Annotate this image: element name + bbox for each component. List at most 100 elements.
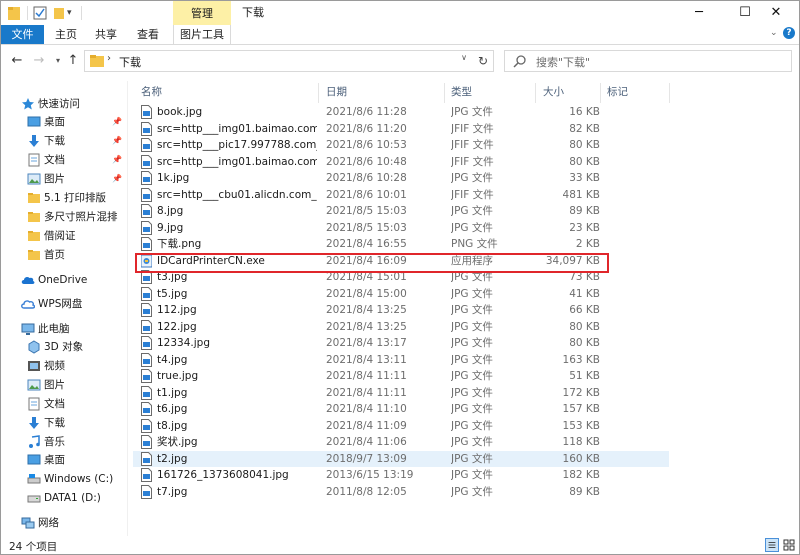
- file-row[interactable]: 1k.jpg 2021/8/6 10:28 JPG 文件 33 KB: [133, 170, 669, 187]
- tab-file[interactable]: 文件: [1, 25, 44, 44]
- file-row[interactable]: 112.jpg 2021/8/4 13:25 JPG 文件 66 KB: [133, 302, 669, 319]
- expand-ribbon-icon[interactable]: ⌄: [770, 28, 778, 38]
- file-name: 112.jpg: [157, 304, 197, 316]
- nav-pc-item-2[interactable]: 图片: [1, 376, 127, 394]
- minimize-button[interactable]: ─: [676, 1, 722, 25]
- tab-share[interactable]: 共享: [89, 25, 123, 44]
- nav-pc-item-8[interactable]: DATA1 (D:): [1, 489, 127, 507]
- new-folder-icon[interactable]: [53, 5, 65, 21]
- nav-quick-item-6[interactable]: 借阅证: [1, 227, 127, 245]
- address-bar[interactable]: › 下载: [84, 50, 494, 72]
- column-divider[interactable]: [318, 83, 319, 103]
- file-row[interactable]: book.jpg 2021/8/6 11:28 JPG 文件 16 KB: [133, 104, 669, 121]
- file-row[interactable]: t6.jpg 2021/8/4 11:10 JPG 文件 157 KB: [133, 401, 669, 418]
- column-header-type[interactable]: 类型: [451, 81, 472, 103]
- image-file-icon: [141, 336, 152, 350]
- file-row[interactable]: 9.jpg 2021/8/5 15:03 JPG 文件 23 KB: [133, 220, 669, 237]
- nav-quick-access[interactable]: 快速访问: [1, 95, 127, 113]
- nav-network[interactable]: 网络: [1, 514, 127, 532]
- nav-quick-item-3[interactable]: 图片 📌: [1, 170, 127, 188]
- file-row[interactable]: 161726_1373608041.jpg 2013/6/15 13:19 JPG …: [133, 467, 669, 484]
- file-name: 下载.png: [157, 238, 202, 250]
- context-tab-manage[interactable]: 管理: [173, 1, 231, 25]
- file-row[interactable]: t4.jpg 2021/8/4 13:11 JPG 文件 163 KB: [133, 352, 669, 369]
- tab-view[interactable]: 查看: [131, 25, 165, 44]
- recent-locations-icon[interactable]: ▾: [50, 53, 66, 69]
- file-row[interactable]: src=http___pic17.997788.com_pic... 2021/8…: [133, 137, 669, 154]
- file-type: JPG 文件: [451, 172, 493, 184]
- nav-quick-item-5[interactable]: 多尺寸照片混排: [1, 208, 127, 226]
- column-header-date[interactable]: 日期: [326, 81, 347, 103]
- file-row[interactable]: 下载.png 2021/8/4 16:55 PNG 文件 2 KB: [133, 236, 669, 253]
- file-row[interactable]: src=http___img01.baimao.com_M... 2021/8/6…: [133, 121, 669, 138]
- nav-quick-item-4[interactable]: 5.1 打印排版: [1, 189, 127, 207]
- nav-quick-item-2[interactable]: 文档 📌: [1, 151, 127, 169]
- file-row[interactable]: src=http___cbu01.alicdn.com_img... 2021/8…: [133, 187, 669, 204]
- nav-quick-item-7[interactable]: 首页: [1, 246, 127, 264]
- nav-pc-item-0[interactable]: 3D 对象: [1, 338, 127, 356]
- nav-this-pc[interactable]: 此电脑: [1, 320, 127, 338]
- file-type: JPG 文件: [451, 403, 493, 415]
- file-row[interactable]: 奖状.jpg 2021/8/4 11:06 JPG 文件 118 KB: [133, 434, 669, 451]
- file-row[interactable]: true.jpg 2021/8/4 11:11 JPG 文件 51 KB: [133, 368, 669, 385]
- up-button[interactable]: ↑: [65, 53, 81, 69]
- forward-button[interactable]: →: [31, 53, 47, 69]
- chevron-down-icon[interactable]: ∨: [455, 53, 473, 71]
- column-header-tags[interactable]: 标记: [607, 81, 628, 103]
- file-row[interactable]: t1.jpg 2021/8/4 11:11 JPG 文件 172 KB: [133, 385, 669, 402]
- pin-icon[interactable]: 📌: [112, 151, 122, 169]
- breadcrumb[interactable]: 下载: [119, 54, 141, 70]
- close-button[interactable]: ✕: [753, 1, 799, 25]
- column-divider[interactable]: [669, 83, 670, 103]
- column-divider[interactable]: [600, 83, 601, 103]
- tab-home[interactable]: 主页: [49, 25, 83, 44]
- nav-pc-item-4[interactable]: 下载: [1, 414, 127, 432]
- customize-toolbar-icon[interactable]: ▾: [67, 5, 77, 21]
- file-row[interactable]: t8.jpg 2021/8/4 11:09 JPG 文件 153 KB: [133, 418, 669, 435]
- file-row[interactable]: t2.jpg 2018/9/7 13:09 JPG 文件 160 KB: [133, 450, 669, 467]
- refresh-button[interactable]: ↻: [473, 50, 494, 72]
- column-header-size[interactable]: 大小: [543, 81, 564, 103]
- pin-icon[interactable]: 📌: [112, 170, 122, 188]
- details-view-icon[interactable]: [765, 538, 779, 552]
- document-icon: [28, 397, 40, 411]
- pin-icon[interactable]: 📌: [112, 132, 122, 150]
- nav-wps[interactable]: WPS网盘: [1, 295, 127, 313]
- column-divider[interactable]: [535, 83, 536, 103]
- nav-pc-item-5[interactable]: 音乐: [1, 433, 127, 451]
- file-size: 82 KB: [569, 122, 600, 135]
- nav-quick-item-1[interactable]: 下载 📌: [1, 132, 127, 150]
- properties-icon[interactable]: [33, 5, 47, 21]
- file-row[interactable]: 8.jpg 2021/8/5 15:03 JPG 文件 89 KB: [133, 203, 669, 220]
- tab-picture-tools[interactable]: 图片工具: [173, 25, 231, 44]
- pane-divider[interactable]: [127, 81, 128, 536]
- nav-pc-item-3[interactable]: 文档: [1, 395, 127, 413]
- file-row[interactable]: src=http___img01.baimao.com_M... 2021/8/6…: [133, 154, 669, 171]
- file-row[interactable]: 12334.jpg 2021/8/4 13:17 JPG 文件 80 KB: [133, 335, 669, 352]
- search-input[interactable]: 搜索"下载": [504, 50, 792, 72]
- file-size: 182 KB: [562, 469, 600, 481]
- nav-onedrive[interactable]: OneDrive: [1, 271, 127, 289]
- chevron-right-icon[interactable]: ›: [107, 53, 111, 64]
- folder-icon: [90, 55, 104, 67]
- nav-pc-item-7[interactable]: Windows (C:): [1, 470, 127, 488]
- column-header-name[interactable]: 名称: [141, 81, 162, 103]
- help-icon[interactable]: ?: [783, 27, 795, 39]
- file-size: 23 KB: [569, 221, 600, 234]
- nav-pc-item-1[interactable]: 视频: [1, 357, 127, 375]
- file-row[interactable]: 122.jpg 2021/8/4 13:25 JPG 文件 80 KB: [133, 319, 669, 336]
- nav-label: DATA1 (D:): [44, 492, 101, 505]
- pin-icon[interactable]: 📌: [112, 113, 122, 131]
- column-divider[interactable]: [444, 83, 445, 103]
- image-file-icon: [141, 352, 152, 367]
- file-size: 153 KB: [562, 419, 600, 432]
- file-row[interactable]: t7.jpg 2011/8/8 12:05 JPG 文件 89 KB: [133, 484, 669, 501]
- nav-quick-item-0[interactable]: 桌面 📌: [1, 113, 127, 131]
- annotation-highlight-box: [135, 253, 609, 273]
- file-name: 12334.jpg: [157, 337, 210, 349]
- nav-pc-item-6[interactable]: 桌面: [1, 451, 127, 469]
- image-file-icon: [141, 369, 152, 383]
- back-button[interactable]: ←: [9, 53, 25, 69]
- file-row[interactable]: t5.jpg 2021/8/4 15:00 JPG 文件 41 KB: [133, 286, 669, 303]
- large-icons-view-icon[interactable]: [782, 538, 796, 552]
